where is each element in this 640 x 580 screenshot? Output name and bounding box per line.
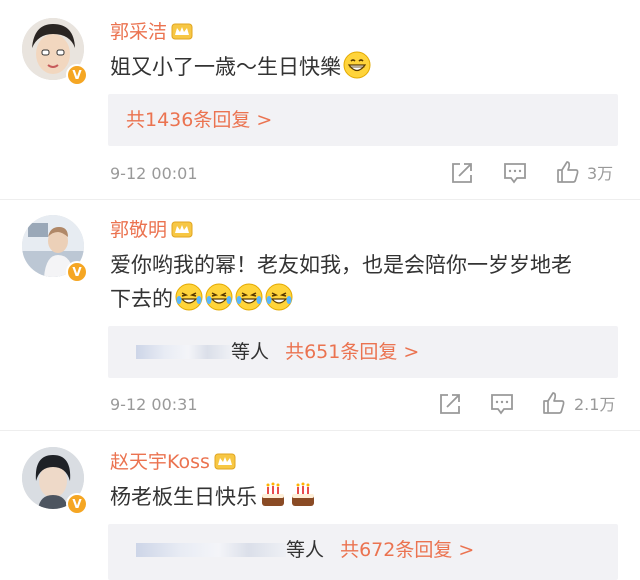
forward-icon: [440, 394, 460, 414]
grin-emoji-icon: [343, 51, 371, 79]
forward-button[interactable]: [450, 161, 474, 185]
blurred-replier-names: [136, 345, 231, 359]
comment-button[interactable]: [503, 161, 527, 185]
crown-icon: [214, 453, 236, 470]
divider: [0, 430, 640, 431]
comment-icon: [504, 163, 526, 184]
verified-badge-icon: V: [66, 64, 88, 86]
repliers-suffix: 等人: [286, 539, 325, 561]
cake-emoji-icon: [262, 482, 284, 506]
verified-badge-icon: V: [66, 261, 88, 283]
forward-button[interactable]: [438, 392, 462, 416]
crown-icon: [171, 221, 193, 238]
view-replies-link[interactable]: 共651条回复 >: [285, 341, 419, 363]
view-replies-link[interactable]: 共1436条回复 >: [126, 109, 272, 131]
comment-timestamp: 9-12 00:31: [110, 395, 198, 414]
comment-author[interactable]: 郭敬明: [110, 218, 193, 242]
verified-badge-icon: V: [66, 493, 88, 515]
laugh-cry-emoji-icon: [175, 283, 203, 311]
comment-text: 姐又小了一歳～生日快樂: [110, 50, 620, 84]
view-replies-link[interactable]: 共672条回复 >: [340, 539, 474, 561]
comment-icon: [491, 394, 513, 415]
crown-icon: [171, 23, 193, 40]
laugh-cry-emoji-icon: [265, 283, 293, 311]
like-button[interactable]: [556, 160, 580, 184]
laugh-cry-emoji-icon: [235, 283, 263, 311]
divider: [0, 199, 640, 200]
reply-summary[interactable]: 等人 共672条回复 >: [108, 524, 618, 580]
like-count: 2.1万: [574, 395, 616, 414]
cake-emoji-icon: [292, 482, 314, 506]
comment-text: 杨老板生日快乐: [110, 480, 620, 514]
reply-summary[interactable]: 共1436条回复 >: [108, 94, 618, 146]
forward-icon: [452, 163, 472, 183]
like-button[interactable]: [542, 391, 566, 415]
reply-summary[interactable]: 等人 共651条回复 >: [108, 326, 618, 378]
comment-timestamp: 9-12 00:01: [110, 164, 198, 183]
thumbs-up-icon: [543, 392, 565, 414]
laugh-cry-emoji-icon: [205, 283, 233, 311]
repliers-suffix: 等人: [231, 341, 270, 363]
like-count: 3万: [587, 164, 614, 183]
comment-button[interactable]: [490, 392, 514, 416]
comment-author[interactable]: 赵天宇Koss: [110, 450, 236, 474]
comment-author[interactable]: 郭采洁: [110, 20, 193, 44]
comment-text: 爱你哟我的幂！老友如我，也是会陪你一岁岁地老 下去的: [110, 253, 572, 311]
thumbs-up-icon: [557, 161, 579, 183]
blurred-replier-names: [136, 543, 286, 557]
